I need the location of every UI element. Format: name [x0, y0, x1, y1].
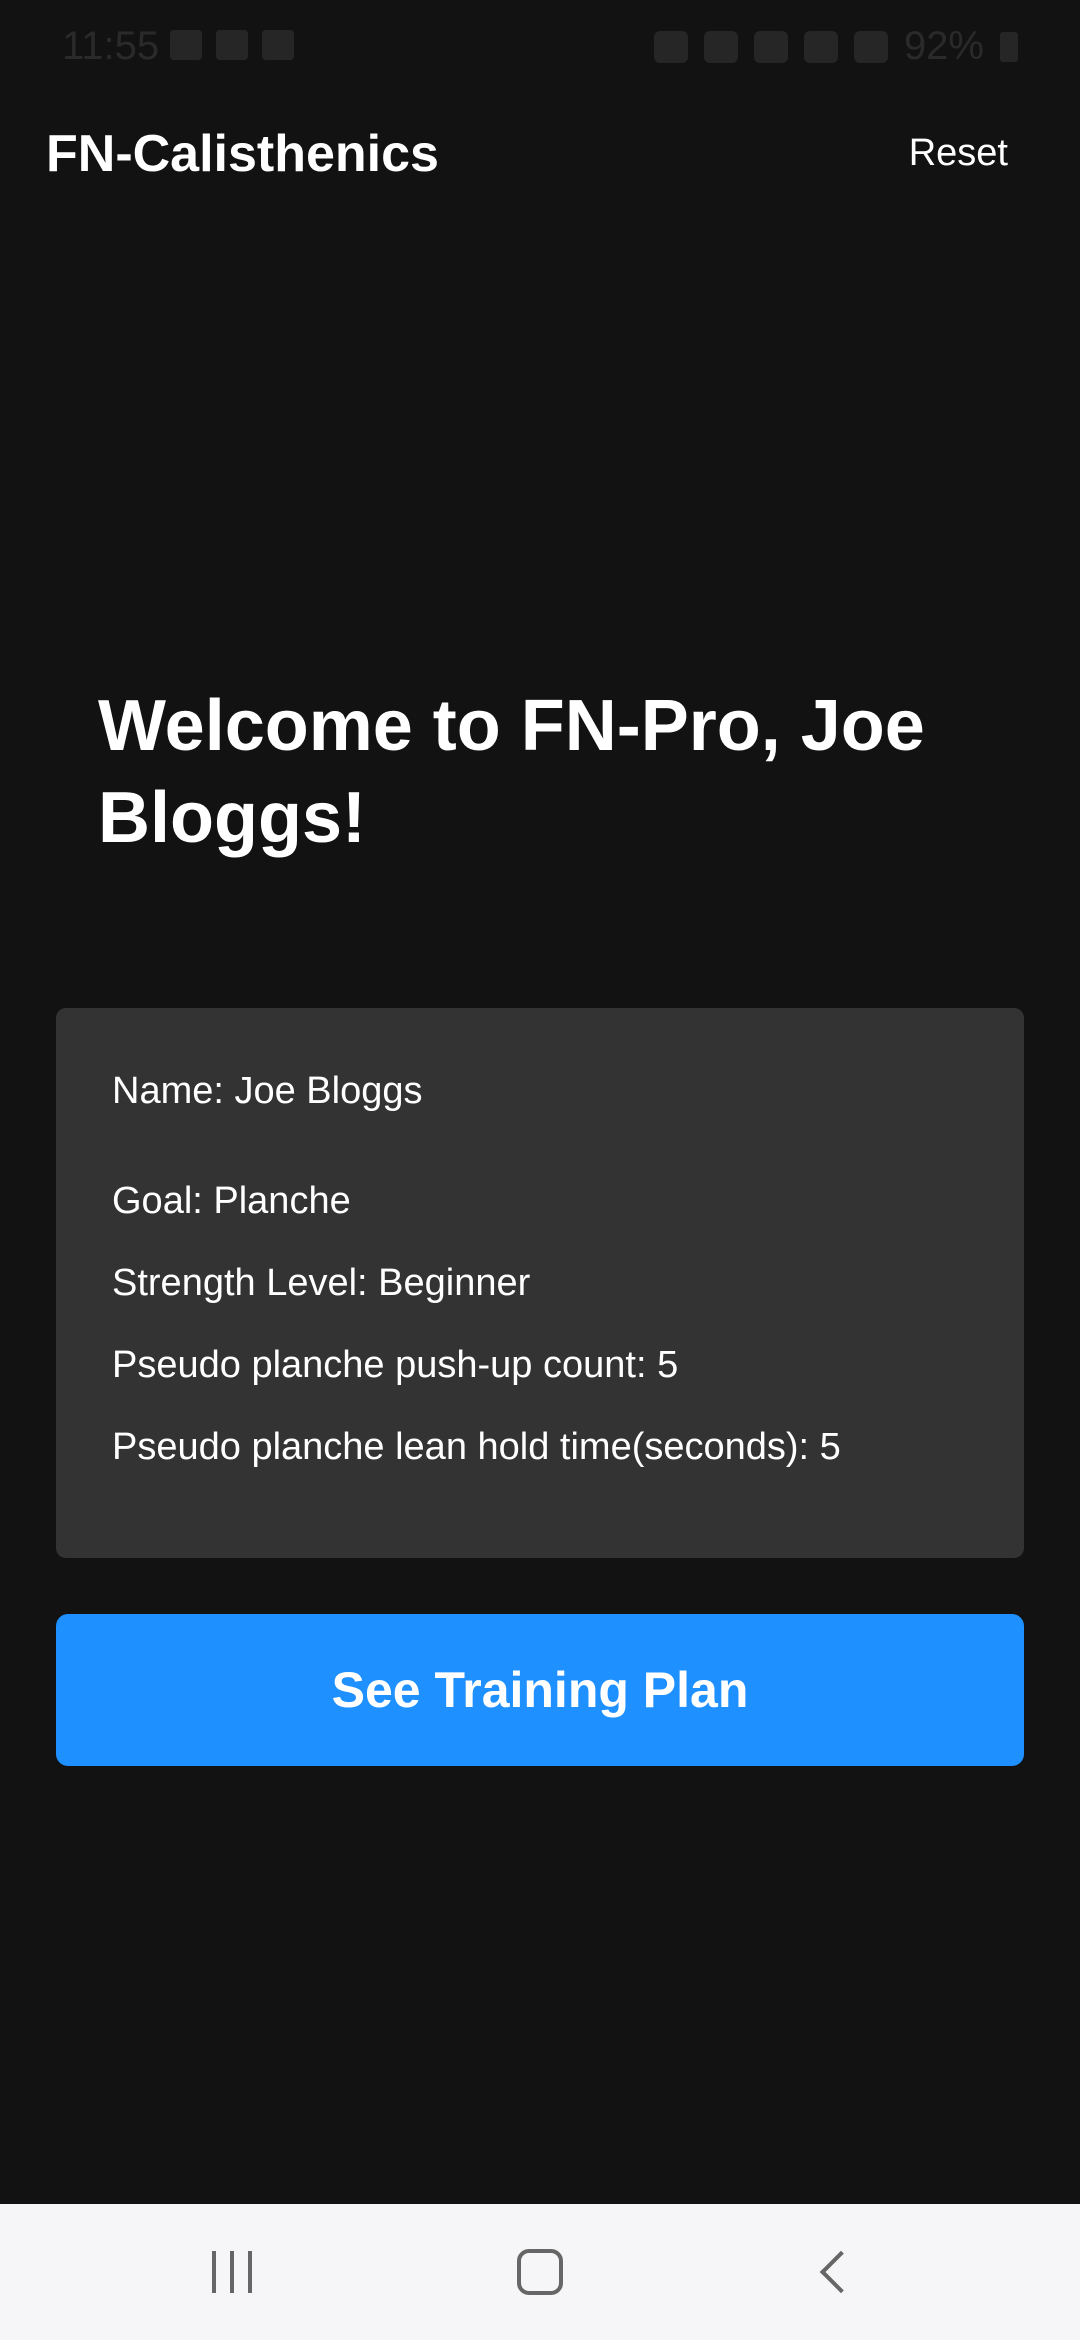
app-title: FN-Calisthenics	[46, 125, 439, 183]
see-training-plan-button[interactable]: See Training Plan	[56, 1614, 1024, 1766]
app-bar: FN-Calisthenics Reset	[0, 96, 1080, 216]
mute-icon	[653, 30, 688, 63]
gallery-icon	[170, 30, 202, 60]
signal-icon	[853, 30, 888, 63]
notification-icons	[170, 30, 294, 60]
wifi-icon	[753, 30, 788, 63]
profile-card: Name: Joe Bloggs Goal: Planche Strength …	[56, 1008, 1024, 1558]
outlook-icon	[216, 30, 248, 60]
hotspot-icon	[703, 30, 738, 63]
profile-strength-level: Strength Level: Beginner	[112, 1262, 531, 1304]
status-indicators: 92%	[653, 24, 1018, 69]
navigation-bar	[0, 2204, 1080, 2340]
recents-icon	[212, 2251, 252, 2293]
teams-icon	[262, 30, 294, 60]
status-bar: 11:55 92%	[0, 0, 1080, 96]
battery-icon	[1000, 31, 1018, 62]
volte-icon	[803, 30, 838, 63]
profile-pushup-count: Pseudo planche push-up count: 5	[112, 1344, 679, 1386]
app-screen: 11:55 92% FN-Calisthenics Reset Welcome …	[0, 0, 1080, 2340]
profile-lean-hold-time: Pseudo planche lean hold time(seconds): …	[112, 1426, 841, 1468]
battery-percent: 92%	[903, 24, 984, 68]
reset-button[interactable]: Reset	[909, 132, 1008, 175]
home-button[interactable]	[440, 2204, 640, 2340]
welcome-heading: Welcome to FN-Pro, Joe Bloggs!	[98, 686, 925, 858]
recents-button[interactable]	[132, 2204, 332, 2340]
profile-goal: Goal: Planche	[112, 1180, 351, 1222]
home-icon	[517, 2249, 563, 2295]
back-button[interactable]	[736, 2204, 936, 2340]
status-time: 11:55	[62, 24, 160, 68]
profile-name: Name: Joe Bloggs	[112, 1070, 423, 1112]
back-icon	[819, 2250, 863, 2294]
